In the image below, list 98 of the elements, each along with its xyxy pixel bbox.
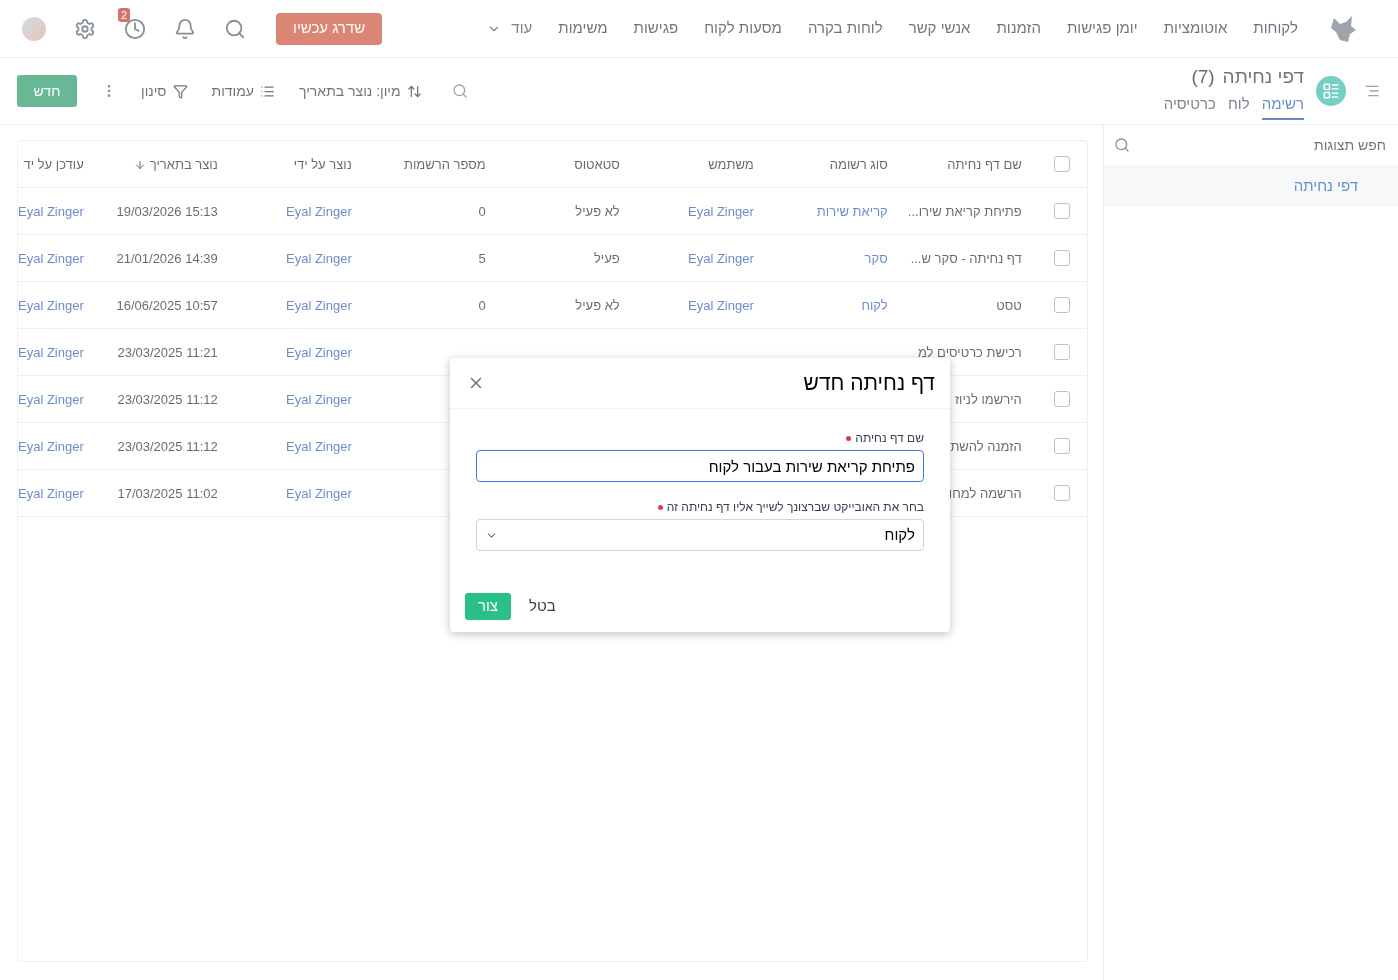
column-header[interactable]: שם דף נחיתה (947, 155, 1022, 175)
view-tab[interactable]: רשימה (1261, 93, 1304, 120)
table-link[interactable]: Eyal Zinger (18, 439, 84, 454)
nav-link[interactable]: הזמנות (996, 17, 1041, 40)
search-icon[interactable] (1113, 137, 1130, 153)
nav-link[interactable]: לוחות בקרה (807, 17, 883, 40)
more-menu[interactable]: עוד (487, 17, 533, 40)
table-link[interactable]: Eyal Zinger (18, 251, 84, 266)
row-checkbox[interactable] (1053, 438, 1070, 454)
table-link[interactable]: סקר (864, 251, 888, 266)
column-header[interactable]: משתמש (708, 155, 754, 175)
sort-icon (406, 83, 422, 99)
name-input-field[interactable]: פתיחת קריאת שירות בעבור לקוח (476, 450, 924, 482)
table-link[interactable]: Eyal Zinger (18, 392, 84, 407)
table-link[interactable]: Eyal Zinger (286, 298, 352, 313)
create-button[interactable]: צור (465, 593, 511, 620)
table-cell: טסט (996, 298, 1022, 313)
table-cell: 5 (478, 251, 486, 266)
table-cell: פתיחת קריאת שירו... (907, 204, 1022, 219)
nav-link[interactable]: מסעות לקוח (704, 17, 782, 40)
view-item[interactable]: דפי נחיתה (1103, 165, 1398, 207)
nav-link[interactable]: לקוחות (1253, 17, 1298, 40)
table-link[interactable]: קריאת שירות (816, 204, 888, 219)
column-header[interactable]: מספר הרשמות (403, 155, 486, 175)
table-link[interactable]: Eyal Zinger (286, 204, 352, 219)
table-link[interactable]: Eyal Zinger (286, 345, 352, 360)
table-cell: 0 (478, 298, 486, 313)
table-cell: רכישת כרטיסים למ (917, 345, 1022, 360)
table-link[interactable]: Eyal Zinger (286, 486, 352, 501)
field-label: בחר את האובייקט שברצונך לשייך אליו דף נחיתה זה (666, 499, 924, 516)
table-cell: 10:57 16/06/2025 (116, 298, 218, 313)
menu-icon[interactable] (1364, 83, 1380, 99)
table-link[interactable]: Eyal Zinger (286, 439, 352, 454)
row-checkbox[interactable] (1053, 297, 1070, 313)
column-header[interactable]: נוצר בתאריך (133, 155, 218, 175)
sort-button[interactable]: מיון: נוצר בתאריך (299, 80, 422, 102)
nav-link[interactable]: אנשי קשר (908, 17, 971, 40)
table-cell: פעיל (594, 251, 620, 266)
table-link[interactable]: Eyal Zinger (688, 298, 754, 313)
record-count: (7) (1191, 64, 1215, 89)
row-checkbox[interactable] (1053, 203, 1070, 219)
table-cell: 11:21 23/03/2025 (117, 345, 218, 360)
table-cell: 11:12 23/03/2025 (117, 392, 218, 407)
view-tab[interactable]: כרטיסיה (1163, 93, 1216, 120)
column-header[interactable]: נוצר על ידי (293, 155, 352, 175)
row-checkbox[interactable] (1053, 344, 1070, 360)
cancel-button[interactable]: בטל (527, 593, 558, 620)
dialog-title: דף נחיתה חדש (803, 370, 935, 397)
new-button[interactable]: חדש (17, 75, 77, 107)
table-link[interactable]: לקוח (861, 298, 888, 313)
notification-badge: 2 (118, 7, 131, 22)
column-header[interactable]: עודכן על יד (23, 155, 84, 175)
search-icon[interactable] (224, 17, 246, 40)
object-select[interactable]: לקוח (476, 519, 924, 551)
views-search-field[interactable]: חפש תצוגות (1129, 134, 1386, 156)
table-link[interactable]: Eyal Zinger (18, 298, 84, 313)
nav-link[interactable]: אוטומציות (1163, 17, 1228, 40)
avatar[interactable] (22, 16, 46, 41)
settings-icon[interactable] (74, 17, 96, 40)
filter-icon (172, 83, 188, 99)
nav-link[interactable]: פגישות (633, 17, 679, 40)
table-cell: 11:12 23/03/2025 (117, 439, 218, 454)
table-link[interactable]: Eyal Zinger (18, 204, 84, 219)
row-checkbox[interactable] (1053, 156, 1070, 172)
table-link[interactable]: Eyal Zinger (688, 251, 754, 266)
row-checkbox[interactable] (1053, 250, 1070, 266)
table-cell: 14:39 21/01/2026 (116, 251, 218, 266)
filter-button[interactable]: סינון (141, 80, 188, 102)
table-cell: לא פעיל (575, 204, 620, 219)
table-link[interactable]: Eyal Zinger (286, 392, 352, 407)
table-cell: הירשמו לניוז (954, 392, 1022, 407)
table-cell: 0 (478, 204, 486, 219)
view-tab[interactable]: לוח (1227, 93, 1250, 120)
columns-button[interactable]: עמודות (211, 80, 276, 102)
table-cell: 15:13 19/03/2026 (116, 204, 218, 219)
table-cell: הזמנה להשת (950, 439, 1022, 454)
bell-icon[interactable] (174, 17, 196, 40)
row-checkbox[interactable] (1053, 391, 1070, 407)
table-link[interactable]: Eyal Zinger (18, 345, 84, 360)
list-icon (260, 83, 276, 99)
row-checkbox[interactable] (1053, 485, 1070, 501)
table-link[interactable]: Eyal Zinger (286, 251, 352, 266)
table-cell: הרשמה למחו (948, 486, 1022, 501)
page-title: דפי נחיתה (1222, 64, 1304, 89)
table-cell: דף נחיתה - סקר ש... (910, 251, 1022, 266)
upgrade-button[interactable]: שדרג עכשיו (276, 12, 383, 45)
nav-link[interactable]: יומן פגישות (1066, 17, 1138, 40)
column-header[interactable]: סוג רשומה (829, 155, 888, 175)
page-icon (1316, 76, 1346, 106)
nav-link[interactable]: משימות (558, 17, 608, 40)
search-icon[interactable] (451, 83, 468, 99)
table-link[interactable]: Eyal Zinger (688, 204, 754, 219)
column-header[interactable]: סטאטוס (574, 155, 620, 175)
field-label: שם דף נחיתה (855, 430, 924, 447)
table-cell: לא פעיל (575, 298, 620, 313)
clock-icon[interactable] (124, 17, 146, 40)
table-cell: 11:02 17/03/2025 (117, 486, 218, 501)
table-link[interactable]: Eyal Zinger (18, 486, 84, 501)
